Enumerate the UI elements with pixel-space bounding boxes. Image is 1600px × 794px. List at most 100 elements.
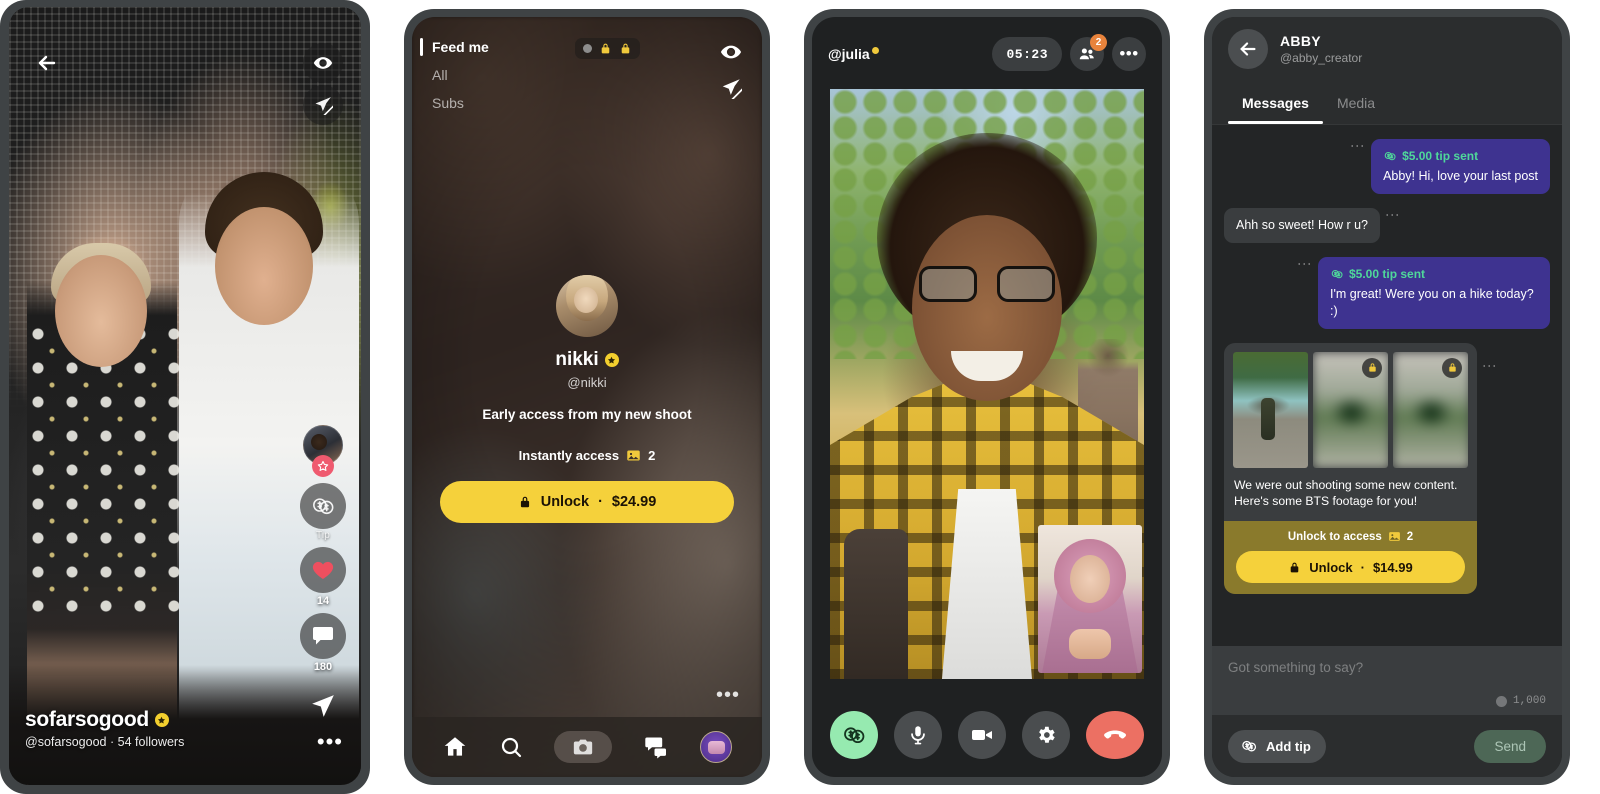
online-status-dot-icon	[871, 47, 879, 54]
media-card-options-icon[interactable]: ⋮	[1477, 359, 1503, 373]
instant-access-count: 2	[648, 448, 656, 463]
tip-sent-line: $5.00 tip sent	[1330, 266, 1538, 282]
post-creator-avatar[interactable]	[556, 275, 618, 337]
unlock-to-access-label: Unlock to access	[1287, 530, 1382, 543]
nav-profile-button[interactable]	[700, 731, 733, 763]
unlock-button[interactable]: Unlock · $24.99	[440, 481, 734, 523]
phone-mockup-video-call: @julia 05:23 2 •••	[804, 9, 1170, 785]
message-options-icon[interactable]: ⋮	[1292, 257, 1318, 271]
tab-messages[interactable]: Messages	[1228, 81, 1323, 124]
post-creator-meta: sofarsogood @sofarsogood · 54 followers	[25, 708, 184, 749]
more-dots-icon: •••	[1119, 43, 1139, 63]
lock-icon-1	[599, 42, 612, 55]
visibility-toggle-button[interactable]	[303, 43, 343, 83]
microphone-icon	[907, 724, 929, 746]
call-tip-button[interactable]	[830, 711, 878, 759]
media-unlock-section: Unlock to access 2 Unlock · $14.99	[1224, 521, 1477, 595]
call-camera-button[interactable]	[958, 711, 1006, 759]
dm-display-name: ABBY	[1280, 33, 1321, 49]
heart-icon	[300, 547, 346, 593]
verified-badge-icon	[154, 713, 169, 727]
lock-icon	[1442, 357, 1462, 378]
share-button[interactable]	[300, 683, 346, 729]
call-settings-button[interactable]	[1022, 711, 1070, 759]
nav-home-button[interactable]	[442, 734, 468, 760]
tip-sent-text: $5.00 tip sent	[1349, 266, 1426, 281]
nav-camera-button[interactable]	[553, 731, 612, 763]
message-input[interactable]: Got something to say?	[1228, 660, 1546, 675]
feed-more-button[interactable]: •••	[716, 685, 740, 705]
send-button[interactable]: Send	[1474, 729, 1546, 763]
video-camera-icon	[970, 723, 994, 747]
call-topbar: @julia 05:23 2 •••	[812, 33, 1162, 75]
call-handle: @julia	[828, 46, 870, 62]
message-bubble[interactable]: $5.00 tip sent I'm great! Were you on a …	[1318, 256, 1550, 329]
media-thumb-3-locked[interactable]	[1393, 351, 1468, 468]
lock-icon	[1288, 561, 1301, 574]
nav-search-button[interactable]	[499, 735, 523, 759]
add-tip-button[interactable]: Add tip	[1228, 729, 1326, 763]
self-view-pip[interactable]	[1038, 525, 1142, 673]
tab-media[interactable]: Media	[1323, 81, 1389, 124]
feed-tab-subs[interactable]: Subs	[412, 89, 592, 117]
character-counter: 1,000	[1228, 695, 1546, 707]
counter-dot-icon	[1495, 695, 1507, 707]
unlock-to-access-row: Unlock to access 2	[1236, 530, 1465, 543]
tip-sent-line: $5.00 tip sent	[1383, 148, 1538, 164]
post-photo-person-left-face	[55, 255, 147, 367]
media-unlock-button[interactable]: Unlock · $14.99	[1236, 551, 1465, 584]
nav-messages-button[interactable]	[643, 734, 669, 760]
media-thumb-2-locked[interactable]	[1313, 351, 1388, 468]
message-bubble[interactable]: Ahh so sweet! How r u?	[1224, 208, 1381, 243]
phone1-screen: Tip 14 180 sofarsogood @sofarsogood · 54…	[9, 7, 361, 785]
like-count: 14	[316, 595, 330, 607]
instant-access-label: Instantly access	[518, 448, 620, 463]
like-button[interactable]: 14	[300, 547, 346, 607]
feed-tab-feed-me[interactable]: Feed me	[412, 33, 592, 61]
call-mute-button[interactable]	[894, 711, 942, 759]
phone3-screen: @julia 05:23 2 •••	[812, 17, 1162, 777]
message-text: Abby! Hi, love your last post	[1383, 169, 1538, 184]
unlock-separator: ·	[598, 494, 603, 510]
feed-mute-button[interactable]	[720, 77, 746, 104]
feed-tab-all[interactable]: All	[412, 61, 592, 89]
tip-money-icon	[1383, 149, 1397, 163]
end-call-button[interactable]	[1086, 711, 1144, 759]
dm-conversation[interactable]: ⋮ $5.00 tip sent Abby! Hi, love your las…	[1212, 125, 1562, 646]
call-more-button[interactable]: •••	[1112, 37, 1146, 71]
feed-tabs: Feed me All Subs	[412, 33, 592, 117]
unlock-to-access-count: 2	[1406, 530, 1414, 543]
message-bubble[interactable]: $5.00 tip sent Abby! Hi, love your last …	[1371, 139, 1550, 195]
creator-display-name-row: sofarsogood	[25, 708, 184, 732]
post-creator-handle: @nikki	[567, 375, 607, 390]
call-viewers-button[interactable]: 2	[1070, 34, 1107, 71]
comment-button[interactable]: 180	[300, 613, 346, 673]
post-creator-name-row: nikki	[412, 349, 762, 371]
dm-compose-area[interactable]: Got something to say? 1,000	[1212, 646, 1562, 715]
message-options-icon[interactable]: ⋮	[1345, 139, 1371, 153]
locked-media-card[interactable]: We were out shooting some new content. H…	[1224, 342, 1477, 595]
media-thumb-1[interactable]	[1233, 351, 1308, 468]
progress-dot-icon	[583, 44, 592, 53]
media-caption: We were out shooting some new content. H…	[1234, 477, 1458, 509]
feed-visibility-button[interactable]	[720, 41, 742, 68]
back-button[interactable]	[27, 43, 67, 83]
message-options-icon[interactable]: ⋮	[1380, 208, 1406, 222]
post-more-button[interactable]: •••	[317, 731, 343, 753]
call-controls	[812, 707, 1162, 763]
mute-button[interactable]	[303, 85, 343, 125]
creator-followers: 54 followers	[117, 735, 185, 749]
bottom-navigation	[412, 717, 762, 777]
phone2-screen: Feed me All Subs nikki @nikki Early acce…	[412, 17, 762, 777]
photo-icon	[626, 448, 641, 463]
call-topbar-actions: 05:23 2 •••	[992, 34, 1146, 71]
creator-avatar-item[interactable]	[303, 425, 343, 477]
message-text: I'm great! Were you on a hike today? :)	[1330, 287, 1534, 318]
dm-header-text: ABBY @abby_creator	[1280, 33, 1362, 65]
tip-button[interactable]: Tip	[300, 483, 346, 541]
phone-mockup-feed: Feed me All Subs nikki @nikki Early acce…	[404, 9, 770, 785]
dm-action-bar: Add tip Send	[1212, 715, 1562, 777]
dm-back-button[interactable]	[1228, 29, 1268, 69]
subscribe-star-icon[interactable]	[312, 455, 334, 477]
photo-icon	[1388, 530, 1401, 543]
